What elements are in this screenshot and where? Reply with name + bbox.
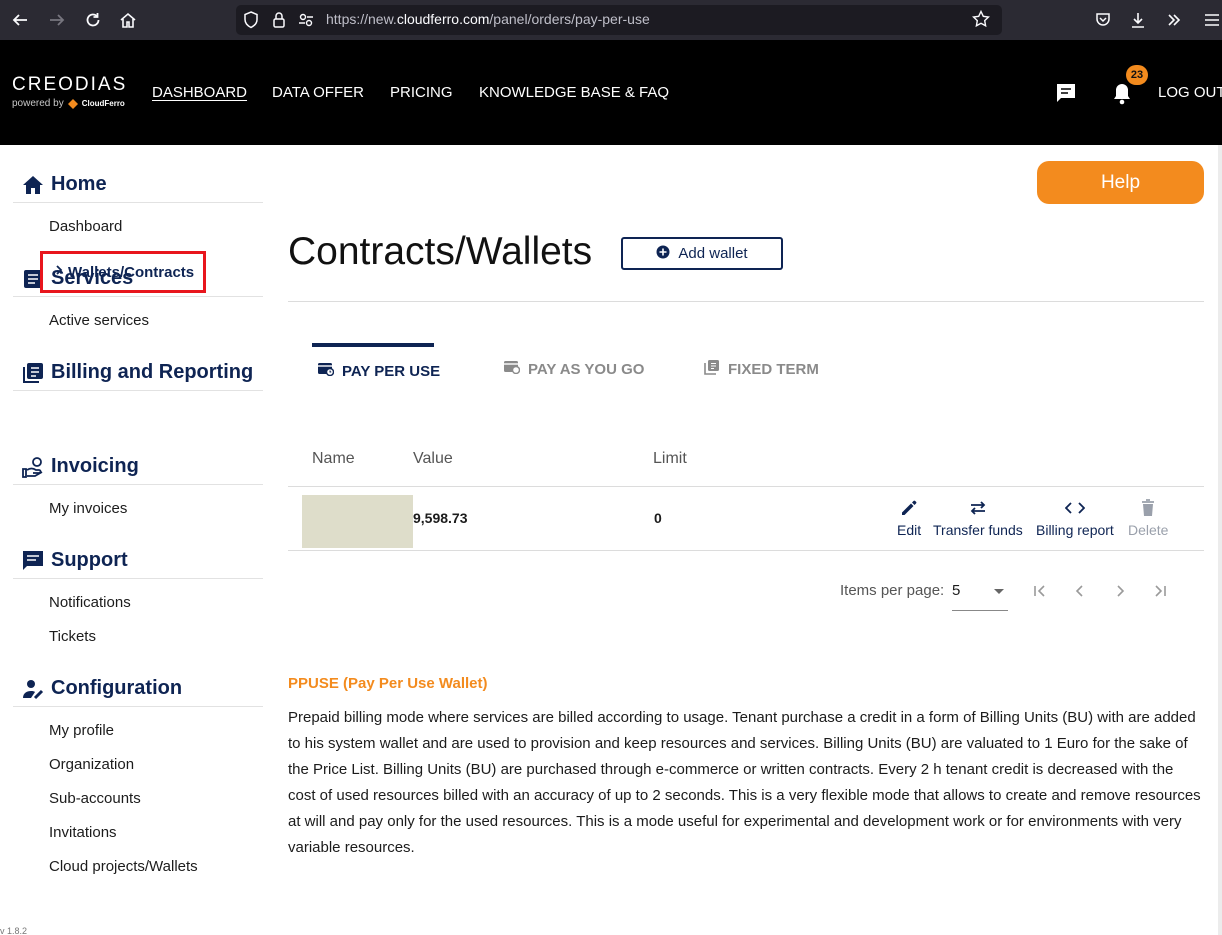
table-header-divider: [288, 486, 1204, 487]
delete-button[interactable]: Delete: [1128, 497, 1168, 538]
billing-report-button[interactable]: Billing report: [1036, 497, 1114, 538]
shield-icon[interactable]: [243, 11, 259, 33]
logo-powered-by: powered by CloudFerro: [12, 98, 125, 109]
bookmark-star-icon[interactable]: [971, 9, 991, 32]
home-icon: [21, 174, 45, 196]
permissions-icon[interactable]: [298, 12, 314, 32]
cloudferro-mark-icon: [67, 98, 78, 109]
add-wallet-button[interactable]: Add wallet: [621, 237, 783, 270]
wallet-name-cell: [302, 495, 413, 548]
wallet-clock-icon: [318, 362, 335, 380]
tab-pay-per-use[interactable]: PAY PER USE: [312, 343, 440, 395]
sidebar-item-my-invoices[interactable]: My invoices: [49, 500, 127, 517]
browser-toolbar: https://new.cloudferro.com/panel/orders/…: [0, 0, 1222, 40]
trash-icon: [1141, 497, 1155, 519]
menu-icon[interactable]: [1202, 10, 1222, 30]
nav-dashboard[interactable]: DASHBOARD: [152, 84, 247, 101]
items-per-page-label: Items per page:: [840, 582, 945, 599]
caret-down-icon: [994, 589, 1004, 594]
description-body: Prepaid billing mode where services are …: [288, 709, 1201, 856]
sidebar-item-dashboard[interactable]: Dashboard: [49, 218, 122, 235]
overflow-chevrons-icon[interactable]: [1164, 10, 1184, 30]
creodias-logo[interactable]: CREODIAS powered by CloudFerro: [12, 74, 127, 109]
sidebar-section-home[interactable]: Home: [13, 167, 263, 203]
back-arrow-icon[interactable]: [10, 10, 30, 30]
bell-icon[interactable]: [1111, 82, 1133, 110]
invoicing-icon: [21, 456, 45, 478]
last-page-icon[interactable]: [1149, 580, 1171, 602]
description-title: PPUSE (Pay Per Use Wallet): [288, 675, 488, 692]
previous-page-icon[interactable]: [1069, 580, 1091, 602]
document-stack-icon: [704, 359, 720, 379]
sidebar-section-support[interactable]: Support: [13, 543, 263, 579]
sidebar-item-invitations[interactable]: Invitations: [49, 824, 117, 841]
sidebar-item-tickets[interactable]: Tickets: [49, 628, 96, 645]
add-circle-icon: [656, 245, 670, 263]
url-text[interactable]: https://new.cloudferro.com/panel/orders/…: [326, 11, 650, 27]
next-page-icon[interactable]: [1109, 580, 1131, 602]
sidebar-section-invoicing[interactable]: Invoicing: [13, 449, 263, 485]
sidebar-item-organization[interactable]: Organization: [49, 756, 134, 773]
transfer-funds-button[interactable]: Transfer funds: [933, 497, 1023, 538]
pencil-icon: [900, 497, 918, 519]
sidebar-item-my-profile[interactable]: My profile: [49, 722, 114, 739]
site-header: CREODIAS powered by CloudFerro DASHBOARD…: [0, 40, 1222, 145]
home-browser-icon[interactable]: [118, 10, 138, 30]
reload-icon[interactable]: [83, 10, 103, 30]
help-button[interactable]: Help: [1037, 161, 1204, 204]
chat-icon[interactable]: [1055, 82, 1077, 108]
wallet-limit: 0: [654, 510, 662, 526]
sidebar-section-billing[interactable]: Billing and Reporting: [13, 355, 263, 391]
wallet-gear-icon: [504, 360, 521, 378]
notifications-badge: 23: [1126, 65, 1148, 85]
sidebar-item-notifications[interactable]: Notifications: [49, 594, 131, 611]
column-header-name[interactable]: Name: [312, 450, 355, 468]
tab-pay-as-you-go[interactable]: PAY AS YOU GO: [504, 343, 644, 395]
wallet-value: 9,598.73: [413, 510, 468, 526]
logout-link[interactable]: LOG OUT: [1158, 84, 1222, 101]
sidebar-item-sub-accounts[interactable]: Sub-accounts: [49, 790, 141, 807]
code-brackets-icon: [1064, 497, 1085, 519]
configuration-icon: [21, 678, 45, 700]
column-header-value[interactable]: Value: [413, 450, 453, 468]
title-divider: [288, 301, 1204, 302]
sidebar-section-configuration[interactable]: Configuration: [13, 671, 263, 707]
first-page-icon[interactable]: [1029, 580, 1051, 602]
lock-icon[interactable]: [272, 11, 286, 33]
tab-fixed-term[interactable]: FIXED TERM: [704, 343, 819, 395]
logo-text: CREODIAS: [12, 74, 128, 95]
pocket-icon[interactable]: [1093, 10, 1113, 30]
column-header-limit[interactable]: Limit: [653, 450, 687, 468]
swap-arrows-icon: [968, 497, 988, 519]
edit-button[interactable]: Edit: [897, 497, 921, 538]
sidebar-item-cloud-projects[interactable]: Cloud projects/Wallets: [49, 858, 198, 875]
download-icon[interactable]: [1128, 10, 1148, 30]
page-title: Contracts/Wallets: [288, 230, 593, 273]
support-icon: [21, 550, 45, 572]
sidebar-item-active-services[interactable]: Active services: [49, 312, 149, 329]
nav-data-offer[interactable]: DATA OFFER: [272, 84, 364, 101]
nav-pricing[interactable]: PRICING: [390, 84, 453, 101]
billing-icon: [21, 362, 45, 384]
chevron-right-icon: [55, 264, 63, 280]
app-version: v 1.8.2: [0, 926, 28, 935]
page-scrollbar[interactable]: [1218, 145, 1222, 935]
items-per-page-select[interactable]: 5: [952, 575, 1008, 611]
url-bar[interactable]: https://new.cloudferro.com/panel/orders/…: [236, 5, 1002, 35]
sidebar-item-wallets-contracts[interactable]: Wallets/Contracts: [40, 251, 206, 293]
table-row-divider: [288, 550, 1204, 551]
nav-knowledge-base[interactable]: KNOWLEDGE BASE & FAQ: [479, 84, 669, 101]
forward-arrow-icon[interactable]: [47, 10, 67, 30]
